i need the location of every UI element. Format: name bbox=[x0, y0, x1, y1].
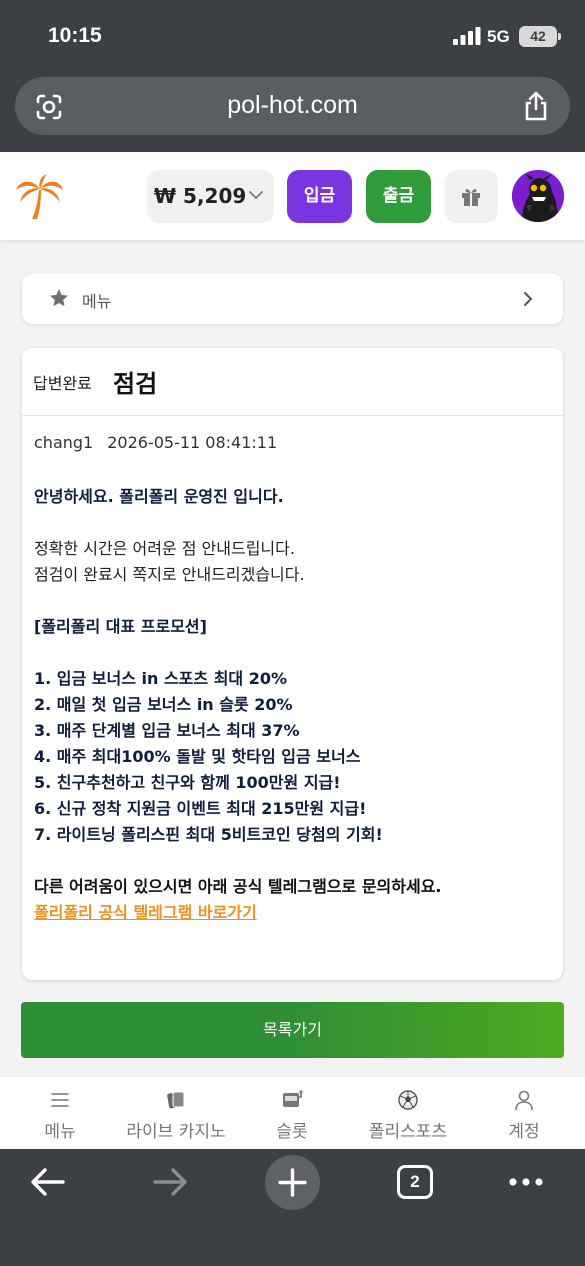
address-bar[interactable]: pol-hot.com bbox=[15, 77, 570, 135]
post-body: 안녕하세요. 폴리폴리 운영진 입니다. 정확한 시간은 어려운 점 안내드립니… bbox=[34, 484, 554, 926]
contact-text: 다른 어려움이 있으시면 아래 공식 텔레그램으로 문의하세요. bbox=[34, 877, 442, 896]
menu-label: 메뉴 bbox=[82, 292, 112, 311]
promo-item: 1. 입금 보너스 in 스포츠 최대 20% bbox=[34, 669, 288, 688]
nav-label: 계정 bbox=[508, 1122, 540, 1142]
cards-icon bbox=[167, 1091, 185, 1109]
gift-icon bbox=[462, 189, 480, 206]
nav-label: 메뉴 bbox=[44, 1122, 76, 1142]
nav-item-sports[interactable]: 폴리스포츠 bbox=[358, 1087, 458, 1142]
post-meta: chang1 2026-05-11 08:41:11 bbox=[34, 433, 277, 452]
new-tab-button[interactable] bbox=[265, 1155, 320, 1210]
more-dots-icon[interactable] bbox=[508, 1177, 544, 1187]
network-type: 5G bbox=[487, 27, 510, 46]
battery-icon: 42 bbox=[519, 26, 561, 47]
post-author: chang1 bbox=[34, 433, 94, 452]
browser-address-area: pol-hot.com bbox=[0, 70, 585, 152]
star-icon bbox=[50, 289, 68, 307]
forward-arrow-icon[interactable] bbox=[152, 1167, 188, 1197]
telegram-link[interactable]: 폴리폴리 공식 텔레그램 바로가기 bbox=[34, 903, 257, 922]
nav-item-account[interactable]: 계정 bbox=[494, 1087, 554, 1142]
promo-heading: [폴리폴리 대표 프로모션] bbox=[34, 617, 207, 636]
nav-item-slots[interactable]: 슬롯 bbox=[262, 1087, 322, 1142]
promo-item: 5. 친구추천하고 친구와 함께 100만원 지급! bbox=[34, 773, 341, 792]
menu-bar[interactable]: 메뉴 bbox=[22, 274, 563, 324]
body-line-2: 점검이 완료시 쪽지로 안내드리겠습니다. bbox=[34, 565, 305, 584]
promo-item: 2. 매일 첫 입금 보너스 in 슬롯 20% bbox=[34, 695, 293, 714]
avatar[interactable] bbox=[512, 170, 564, 222]
nav-label: 슬롯 bbox=[276, 1122, 308, 1142]
promo-item: 4. 매주 최대100% 돌발 및 핫타임 입금 보너스 bbox=[34, 747, 361, 766]
post-card: 답변완료 점검 chang1 2026-05-11 08:41:11 안녕하세요.… bbox=[22, 348, 563, 980]
post-title: 점검 bbox=[113, 370, 158, 398]
post-status: 답변완료 bbox=[33, 374, 92, 393]
share-icon[interactable] bbox=[522, 91, 550, 121]
back-arrow-icon[interactable] bbox=[30, 1167, 66, 1197]
body-line-1: 정확한 시간은 어려운 점 안내드립니다. bbox=[34, 539, 295, 558]
browser-toolbar: 2 bbox=[0, 1149, 585, 1266]
nav-item-menu[interactable]: 메뉴 bbox=[30, 1087, 90, 1142]
plus-icon bbox=[278, 1168, 307, 1197]
user-icon bbox=[515, 1090, 533, 1111]
post-header: 답변완료 점검 bbox=[22, 348, 563, 416]
chevron-down-icon bbox=[249, 191, 263, 200]
status-bar: 10:15 5G 42 bbox=[0, 0, 585, 70]
promo-item: 7. 라이트닝 폴리스핀 최대 5비트코인 당첨의 기회! bbox=[34, 825, 383, 844]
promo-item: 3. 매주 단계별 입금 보너스 최대 37% bbox=[34, 721, 300, 740]
site-header: ₩ 5,209 입금 출금 bbox=[0, 152, 585, 240]
tab-switcher-button[interactable]: 2 bbox=[397, 1165, 433, 1199]
balance-dropdown[interactable]: ₩ 5,209 bbox=[147, 170, 274, 223]
hamburger-icon bbox=[51, 1093, 69, 1107]
url-text[interactable]: pol-hot.com bbox=[15, 91, 570, 120]
back-to-list-button[interactable]: 목록가기 bbox=[21, 1002, 564, 1058]
withdraw-button[interactable]: 출금 bbox=[366, 170, 431, 223]
greeting-text: 안녕하세요. 폴리폴리 운영진 입니다. bbox=[34, 487, 284, 506]
slot-machine-icon bbox=[283, 1090, 303, 1107]
monster-avatar-icon bbox=[512, 170, 564, 222]
palm-tree-logo-icon[interactable] bbox=[14, 174, 64, 220]
deposit-button[interactable]: 입금 bbox=[287, 170, 352, 223]
nav-label: 폴리스포츠 bbox=[368, 1122, 448, 1142]
status-time: 10:15 bbox=[48, 24, 102, 47]
bottom-nav: 메뉴 라이브 카지노 슬롯 폴리스포츠 계정 bbox=[0, 1077, 585, 1149]
soccer-ball-icon bbox=[398, 1090, 418, 1110]
gift-button[interactable] bbox=[445, 170, 498, 223]
balance-amount: ₩ 5,209 bbox=[154, 184, 247, 208]
post-datetime: 2026-05-11 08:41:11 bbox=[107, 433, 278, 452]
signal-icon bbox=[453, 27, 481, 45]
chevron-right-icon bbox=[524, 292, 533, 306]
promo-item: 6. 신규 정착 지원금 이벤트 최대 215만원 지급! bbox=[34, 799, 367, 818]
nav-label: 라이브 카지노 bbox=[126, 1122, 226, 1142]
nav-item-live-casino[interactable]: 라이브 카지노 bbox=[116, 1087, 236, 1142]
